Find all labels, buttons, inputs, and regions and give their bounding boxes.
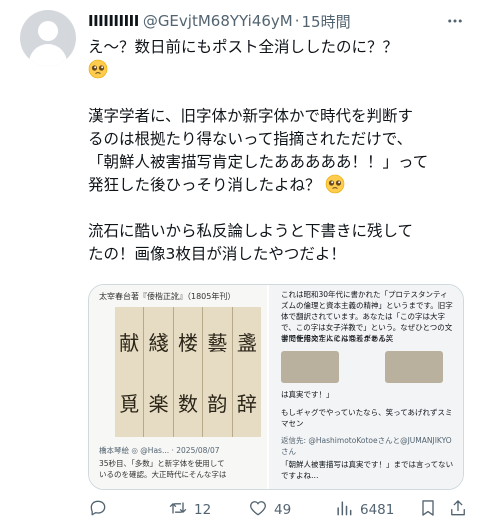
retweet-button[interactable]: 12: [168, 498, 211, 522]
reply-icon: [88, 498, 108, 522]
kanji-glyph: 楽: [148, 392, 169, 416]
screenshot-text: 「朝鮮人被害描写は真実です！」までは言ってないですよね…: [281, 460, 454, 480]
pleading-face-emoji-icon: [325, 174, 345, 194]
like-button[interactable]: 49: [248, 498, 291, 522]
user-handle[interactable]: @GEvjtM68YYi46yM: [143, 12, 293, 30]
bookmark-button[interactable]: [418, 498, 438, 522]
kanji-column: 献 覓: [115, 307, 145, 437]
retweet-icon: [168, 498, 188, 522]
tweet-paragraph-3: 流石に酷いから私反論しようと下書きに残して たの！画像3枚目が消したやつだよ！: [88, 220, 468, 266]
screenshot-reply-to: 返信先: @HashimotoKotoeさんと@JUMANJIKYOさん: [281, 436, 452, 456]
kanji-column: 楼 数: [174, 307, 204, 437]
screenshot-text: 学問を修めた人には通じません。: [281, 334, 394, 343]
reply-button[interactable]: [88, 498, 114, 522]
tweet-line: え～？数日前にもポスト全消ししたのに？？: [88, 38, 399, 56]
screenshot-text: は真実です！」: [281, 390, 334, 399]
kanji-column: 綫 楽: [144, 307, 174, 437]
kanji-glyph: 盞: [236, 331, 257, 355]
views-count: 6481: [360, 502, 395, 518]
tweet-line: 流石に酷いから私反論しようと下書きに残して: [88, 222, 414, 240]
tweet-line: たの！画像3枚目が消したやつだよ！: [88, 245, 346, 263]
views-chart-icon: [334, 498, 354, 522]
screenshot-thumbnail: [385, 351, 443, 383]
timestamp[interactable]: 15時間: [302, 11, 351, 32]
media-image-1[interactable]: 太宰春台著『倭楷正訛』（1805年刊） 献 覓 綫 楽 楼 数 藝 韵 盞 辞: [89, 285, 269, 489]
views-button[interactable]: 6481: [334, 498, 394, 522]
media-image-2[interactable]: これは昭和30年代に書かれた「プロテスタンティズムの倫理と資本主義の精神」という…: [269, 285, 463, 489]
bookmark-icon: [418, 498, 438, 522]
tweet-header: ⅠⅠⅠⅠⅠⅠⅠⅠⅠⅠ @GEvjtM68YYi46yM · 15時間: [88, 10, 466, 32]
media-attachment[interactable]: 太宰春台著『倭楷正訛』（1805年刊） 献 覓 綫 楽 楼 数 藝 韵 盞 辞: [88, 284, 464, 490]
tweet-line: 「朝鮮人被害描写肯定したあああああ！！」って: [88, 153, 429, 171]
tweet-line: 漢字学者に、旧字体か新字体かで時代を判断す: [88, 107, 414, 125]
avatar-body-shape: [29, 44, 67, 66]
screenshot-text: もしギャグでやっていたなら、笑ってあげれずスミマセン: [281, 408, 453, 428]
kanji-column: 盞 辞: [233, 307, 261, 437]
tweet-text: え～？数日前にもポスト全消ししたのに？？ 漢字学者に、旧字体か新字体かで時代を判…: [88, 36, 468, 289]
kanji-glyph: 綫: [148, 331, 169, 355]
kanji-glyph: 藝: [207, 331, 228, 355]
heart-icon: [248, 498, 268, 522]
image-caption: 太宰春台著『倭楷正訛』（1805年刊）: [99, 292, 236, 301]
embedded-post: 橋本琴絵 ◎ @Has... · 2025/08/07 35秒目、「多数」と新字…: [99, 445, 261, 480]
avatar[interactable]: [20, 10, 76, 66]
kanji-glyph: 数: [178, 392, 199, 416]
display-name[interactable]: ⅠⅠⅠⅠⅠⅠⅠⅠⅠⅠ: [88, 12, 139, 30]
kanji-glyph: 楼: [178, 331, 199, 355]
share-button[interactable]: [448, 498, 468, 522]
tweet-paragraph-2: 漢字学者に、旧字体か新字体かで時代を判断す るのは根拠たり得ないって指摘されただ…: [88, 105, 468, 197]
kanji-column: 藝 韵: [203, 307, 233, 437]
kanji-glyph: 韵: [207, 392, 228, 416]
action-bar: 12 49 6481: [88, 496, 468, 524]
kanji-glyph: 辞: [236, 392, 257, 416]
embedded-post-text: いるのを確認。大正時代にそんな字は: [99, 470, 227, 479]
kanji-glyph: 覓: [119, 392, 140, 416]
tweet-paragraph-1: え～？数日前にもポスト全消ししたのに？？: [88, 36, 468, 82]
tweet-line: 発狂した後ひっそり消したよね？: [88, 176, 321, 194]
retweet-count: 12: [194, 502, 212, 518]
pleading-face-emoji-icon: [88, 59, 108, 79]
kanji-glyph: 献: [119, 331, 140, 355]
screenshot-thumbnail: [281, 351, 339, 383]
share-icon: [448, 498, 468, 522]
separator-dot: ·: [294, 12, 300, 30]
book-scan: 献 覓 綫 楽 楼 数 藝 韵 盞 辞: [115, 307, 261, 437]
embedded-post-meta: 橋本琴絵 ◎ @Has... · 2025/08/07: [99, 446, 220, 455]
more-options-icon[interactable]: [444, 10, 466, 32]
tweet-line-with-emoji: 発狂した後ひっそり消したよね？: [88, 174, 468, 197]
avatar-head-shape: [38, 21, 58, 41]
tweet-line: るのは根拠たり得ないって指摘されただけで、: [88, 130, 413, 148]
embedded-post-text: 35秒目、「多数」と新字体を使用して: [99, 459, 225, 468]
like-count: 49: [274, 502, 292, 518]
